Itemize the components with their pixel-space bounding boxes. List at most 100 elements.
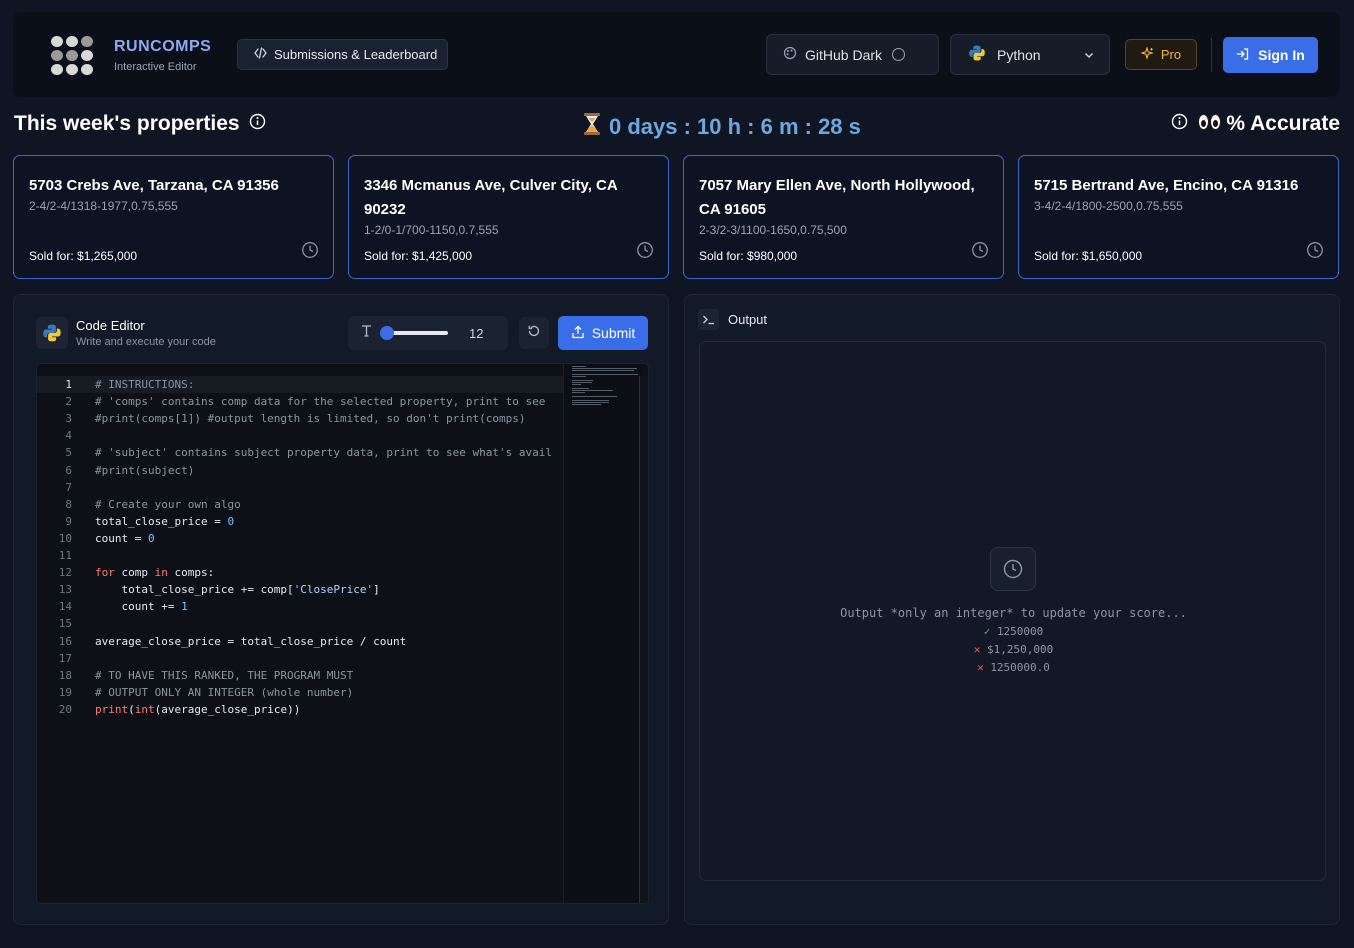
language-selector[interactable]: Python <box>950 34 1110 75</box>
sign-in-button[interactable]: Sign In <box>1223 37 1318 73</box>
line-number: 5 <box>65 446 72 460</box>
code-line[interactable]: 20 print(int(average_close_price)) <box>37 701 301 718</box>
info-icon[interactable] <box>1171 112 1188 136</box>
code-line[interactable]: 17 <box>37 650 95 667</box>
countdown-timer: 0 days : 10 h : 6 m : 28 s <box>583 112 861 142</box>
line-number: 11 <box>58 549 72 562</box>
editor-scrollbar[interactable] <box>639 376 648 903</box>
line-number: 16 <box>58 634 72 648</box>
minimap[interactable] <box>563 364 641 903</box>
minimap-line <box>572 368 637 369</box>
submit-button[interactable]: Submit <box>558 316 648 350</box>
code-editor-title: Code Editor <box>76 318 145 333</box>
accuracy-label: % Accurate <box>1226 112 1340 135</box>
reset-button[interactable] <box>519 317 549 349</box>
clock-icon <box>1306 241 1324 264</box>
code-line[interactable]: 11 <box>37 547 95 564</box>
code-line[interactable]: 3 #print(comps[1]) #output length is limi… <box>37 410 525 427</box>
property-card[interactable]: 3346 Mcmanus Ave, Culver City, CA 90232 … <box>348 155 669 279</box>
language-label: Python <box>997 46 1041 63</box>
property-address: 7057 Mary Ellen Ave, North Hollywood, CA… <box>699 177 975 218</box>
text-size-icon <box>360 324 373 342</box>
line-number: 14 <box>58 600 72 614</box>
property-card[interactable]: 7057 Mary Ellen Ave, North Hollywood, CA… <box>683 155 1004 279</box>
minimap-line <box>572 388 590 389</box>
minimap-line <box>572 366 587 367</box>
line-number: 7 <box>65 480 72 494</box>
rotate-ccw-icon <box>527 324 541 343</box>
theme-selector[interactable]: GitHub Dark <box>766 34 939 75</box>
palette-icon <box>783 46 797 63</box>
property-details: 2-4/2-4/1318-1977,0.75,555 <box>29 199 178 213</box>
submit-label: Submit <box>591 325 636 341</box>
line-number: 18 <box>58 668 72 682</box>
hourglass-icon <box>583 112 601 142</box>
line-number: 4 <box>65 429 72 443</box>
code-line[interactable]: 8 # Create your own algo <box>37 496 241 513</box>
theme-indicator-icon <box>892 48 906 61</box>
code-line[interactable]: 19 # OUTPUT ONLY AN INTEGER (whole number… <box>37 684 354 701</box>
line-number: 13 <box>58 583 72 597</box>
code-line[interactable]: 6 #print(subject) <box>37 462 194 479</box>
line-code: total_close_price += comp['ClosePrice'] <box>95 583 380 597</box>
pro-label: Pro <box>1160 47 1182 62</box>
upload-icon <box>571 325 585 342</box>
line-code: for comp in comps: <box>95 566 215 580</box>
line-number: 2 <box>65 395 72 409</box>
code-editor-panel: Code Editor Write and execute your code … <box>13 294 669 925</box>
code-line[interactable]: 4 <box>37 427 95 444</box>
output-example-invalid: ✕ $1,250,000 <box>700 643 1327 656</box>
property-card[interactable]: 5715 Bertrand Ave, Encino, CA 91316 3-4/… <box>1018 155 1339 279</box>
submissions-label: Submissions & Leaderboard <box>274 47 438 62</box>
timer-text: 0 days : 10 h : 6 m : 28 s <box>609 114 861 139</box>
chevron-down-icon <box>1083 48 1095 64</box>
line-number: 1 <box>65 378 72 391</box>
line-code: # OUTPUT ONLY AN INTEGER (whole number) <box>95 685 354 699</box>
code-line[interactable]: 9 total_close_price = 0 <box>37 513 234 530</box>
font-size-slider[interactable] <box>380 326 448 340</box>
brand: RUNCOMPS Interactive Editor <box>114 38 211 73</box>
minimap-line <box>572 376 587 377</box>
brand-title: RUNCOMPS <box>114 38 212 55</box>
code-line[interactable]: 12 for comp in comps: <box>37 564 214 581</box>
code-line[interactable]: 5 # 'subject' contains subject property d… <box>37 444 552 461</box>
runcomps-logo[interactable] <box>51 36 93 75</box>
code-line[interactable]: 1 # INSTRUCTIONS: <box>37 376 194 393</box>
minimap-line <box>572 396 617 397</box>
example-value: 1250000.0 <box>990 661 1050 674</box>
property-details: 3-4/2-4/1800-2500,0.75,555 <box>1034 199 1183 213</box>
code-line[interactable]: 14 count += 1 <box>37 598 188 615</box>
pro-button[interactable]: Pro <box>1125 39 1197 70</box>
sold-price: Sold for: $1,425,000 <box>364 249 473 263</box>
code-icon <box>254 47 267 62</box>
line-code: count += 1 <box>95 600 188 614</box>
font-size-value: 12 <box>469 325 484 341</box>
line-code: print(int(average_close_price)) <box>95 702 301 716</box>
code-line[interactable]: 15 <box>37 615 95 632</box>
minimap-line <box>572 402 610 403</box>
code-line[interactable]: 13 total_close_price += comp['ClosePrice… <box>37 581 380 598</box>
property-details: 2-3/2-3/1100-1650,0.75,500 <box>699 223 847 237</box>
terminal-icon <box>698 309 719 330</box>
brand-subtitle: Interactive Editor <box>114 61 197 73</box>
theme-label: GitHub Dark <box>805 46 883 63</box>
code-editor[interactable]: 1 # INSTRUCTIONS: 2 # 'comps' contains comp… <box>36 363 649 904</box>
python-icon <box>36 317 68 349</box>
output-title: Output <box>728 312 768 327</box>
info-icon[interactable] <box>249 112 266 136</box>
code-line[interactable]: 7 <box>37 479 95 496</box>
code-line[interactable]: 16 average_close_price = total_close_pric… <box>37 633 407 650</box>
code-line[interactable]: 2 # 'comps' contains comp data for the se… <box>37 393 545 410</box>
code-line[interactable]: 18 # TO HAVE THIS RANKED, THE PROGRAM MUS… <box>37 667 354 684</box>
line-code: count = 0 <box>95 531 155 545</box>
code-line[interactable]: 10 count = 0 <box>37 530 155 547</box>
line-number: 6 <box>65 463 72 477</box>
clock-icon <box>971 241 989 264</box>
submissions-leaderboard-button[interactable]: Submissions & Leaderboard <box>237 39 448 70</box>
minimap-line <box>572 400 610 401</box>
property-card[interactable]: 5703 Crebs Ave, Tarzana, CA 91356 2-4/2-… <box>13 155 334 279</box>
slider-knob[interactable] <box>380 326 394 340</box>
line-code: # Create your own algo <box>95 497 241 511</box>
line-code: #print(subject) <box>95 463 195 477</box>
minimap-line <box>572 392 586 393</box>
